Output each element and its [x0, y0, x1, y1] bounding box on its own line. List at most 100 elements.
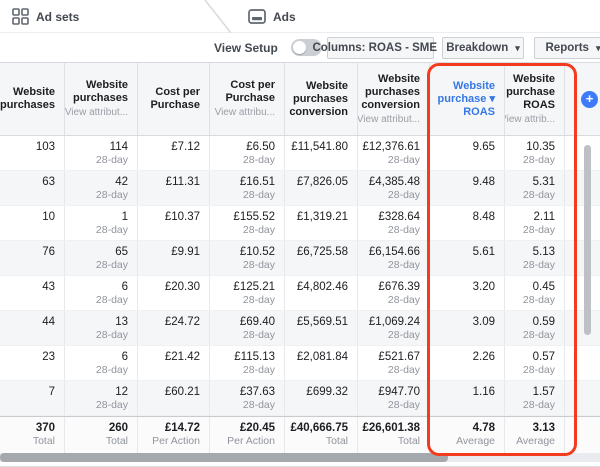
tab-edge-divider — [204, 0, 232, 33]
table-row: 10 1 28-day £10.37 £155.52 28-day £1,319.21 £32… — [0, 206, 600, 241]
cell-value: 13 — [115, 316, 128, 328]
total-value: 260 — [108, 422, 128, 434]
cell-value: 0.57 — [532, 351, 555, 363]
attribution-window-note: 28-day — [522, 364, 555, 376]
column-header-label: Cost per Purchase — [150, 86, 200, 111]
total-cell: £26,601.38 Total — [358, 417, 430, 453]
cell-value: £69.40 — [239, 316, 275, 328]
tab-ads[interactable]: Ads — [248, 0, 296, 33]
table-row: 23 6 28-day £21.42 £115.13 28-day £2,081.84 £52… — [0, 346, 600, 381]
table-cell: £4,385.48 28-day — [358, 171, 430, 205]
column-header-0[interactable]: Website purchases — [0, 63, 65, 135]
cell-value: £9.91 — [171, 246, 200, 258]
table-cell: £10.52 28-day — [210, 241, 285, 275]
table-row: 7 12 28-day £60.21 £37.63 28-day £699.32 £947.7… — [0, 381, 600, 416]
column-header-7[interactable]: Website purchase ROAS View attrib... — [505, 63, 565, 135]
reports-dropdown-button[interactable]: Reports ▾ — [534, 37, 600, 59]
table-cell: 8.48 — [430, 206, 505, 240]
table-cell: £21.42 — [138, 346, 210, 380]
total-note: Per Action — [152, 435, 200, 447]
total-value: £40,666.75 — [290, 422, 348, 434]
table-cell: £1,319.21 — [285, 206, 358, 240]
attribution-window-note: 28-day — [95, 224, 128, 236]
cell-value: 42 — [115, 176, 128, 188]
table-cell: £947.70 28-day — [358, 381, 430, 415]
cell-value: 76 — [42, 246, 55, 258]
cell-value: £20.30 — [164, 281, 200, 293]
row-spacer-cell — [565, 171, 600, 205]
total-value: £14.72 — [164, 422, 200, 434]
table-cell: 3.09 — [430, 311, 505, 345]
attribution-window-note: 28-day — [95, 329, 128, 341]
table-cell: 1.16 — [430, 381, 505, 415]
total-note: Total — [105, 435, 128, 447]
total-value: 370 — [35, 422, 55, 434]
row-spacer-cell — [565, 311, 600, 345]
table-cell: 9.48 — [430, 171, 505, 205]
row-spacer-cell — [565, 136, 600, 170]
table-cell: £37.63 28-day — [210, 381, 285, 415]
column-header-5[interactable]: Website purchases conversion View attribu… — [358, 63, 430, 135]
cell-value: £12,376.61 — [362, 141, 420, 153]
horizontal-scrollbar-thumb[interactable] — [0, 453, 448, 462]
cell-value: 5.13 — [532, 246, 555, 258]
cell-value: 9.65 — [472, 141, 495, 153]
column-header-6[interactable]: Website purchase ▾ ROAS — [430, 63, 505, 135]
row-spacer-cell — [565, 241, 600, 275]
tab-ad-sets[interactable]: Ad sets — [12, 0, 79, 33]
column-header-3[interactable]: Cost per Purchase View attribu... — [210, 63, 285, 135]
attribution-window-note: 28-day — [522, 329, 555, 341]
totals-spacer-cell — [565, 417, 600, 453]
cell-value: £521.67 — [378, 351, 420, 363]
table-cell: 1.57 28-day — [505, 381, 565, 415]
table-cell: £12,376.61 28-day — [358, 136, 430, 170]
columns-dropdown-button[interactable]: Columns: ROAS - SME ▾ — [312, 37, 449, 59]
cell-value: £115.13 — [234, 351, 275, 363]
table-cell: 114 28-day — [65, 136, 138, 170]
table-body: 103 114 28-day £7.12 £6.50 28-day £11,541.80 £1… — [0, 136, 600, 416]
table-row: 76 65 28-day £9.91 £10.52 28-day £6,725.58 £6,1… — [0, 241, 600, 276]
column-header-4[interactable]: Website purchases conversion — [285, 63, 358, 135]
cell-value: £21.42 — [164, 351, 200, 363]
toolbar: View Setup Columns: ROAS - SME ▾ Breakdo… — [0, 33, 600, 62]
cell-value: 12 — [115, 386, 128, 398]
attribution-window-note: 28-day — [95, 154, 128, 166]
table-cell: 0.59 28-day — [505, 311, 565, 345]
attribution-window-note: 28-day — [522, 189, 555, 201]
column-header-label: Website purchases — [72, 79, 128, 104]
attribution-window-note: 28-day — [242, 399, 275, 411]
cell-value: 8.48 — [472, 211, 495, 223]
cell-value: £7,826.05 — [296, 176, 348, 188]
total-value: 4.78 — [472, 422, 495, 434]
column-header-sublabel: View attrib... — [505, 113, 555, 125]
table-totals-row: 370 Total 260 Total £14.72 Per Action £20.45 Pe… — [0, 416, 600, 453]
tab-bar: Ad sets Ads — [0, 0, 600, 33]
table-cell: 10 — [0, 206, 65, 240]
column-header-1[interactable]: Website purchases View attribut... — [65, 63, 138, 135]
table-cell: 0.57 28-day — [505, 346, 565, 380]
table-cell: 43 — [0, 276, 65, 310]
attribution-window-note: 28-day — [95, 294, 128, 306]
cell-value: 114 — [109, 141, 128, 153]
table-cell: 1 28-day — [65, 206, 138, 240]
table-cell: £6.50 28-day — [210, 136, 285, 170]
table-cell: 2.26 — [430, 346, 505, 380]
cell-value: £37.63 — [239, 386, 275, 398]
total-note: Average — [516, 435, 555, 447]
column-header-2[interactable]: Cost per Purchase — [138, 63, 210, 135]
cell-value: £11.31 — [165, 176, 200, 188]
attribution-window-note: 28-day — [95, 399, 128, 411]
cell-value: £328.64 — [378, 211, 420, 223]
table-cell: £521.67 28-day — [358, 346, 430, 380]
add-column-button[interactable]: + — [581, 91, 598, 108]
total-cell: 3.13 Average — [505, 417, 565, 453]
breakdown-dropdown-button[interactable]: Breakdown ▾ — [442, 37, 524, 59]
row-spacer-cell — [565, 206, 600, 240]
chevron-down-icon: ▾ — [596, 43, 600, 53]
cell-value: 6 — [121, 281, 128, 293]
cell-value: 6 — [121, 351, 128, 363]
horizontal-scrollbar-track[interactable] — [0, 453, 600, 462]
total-note: Average — [456, 435, 495, 447]
vertical-scrollbar-thumb[interactable] — [584, 145, 591, 335]
cell-value: 44 — [42, 316, 55, 328]
